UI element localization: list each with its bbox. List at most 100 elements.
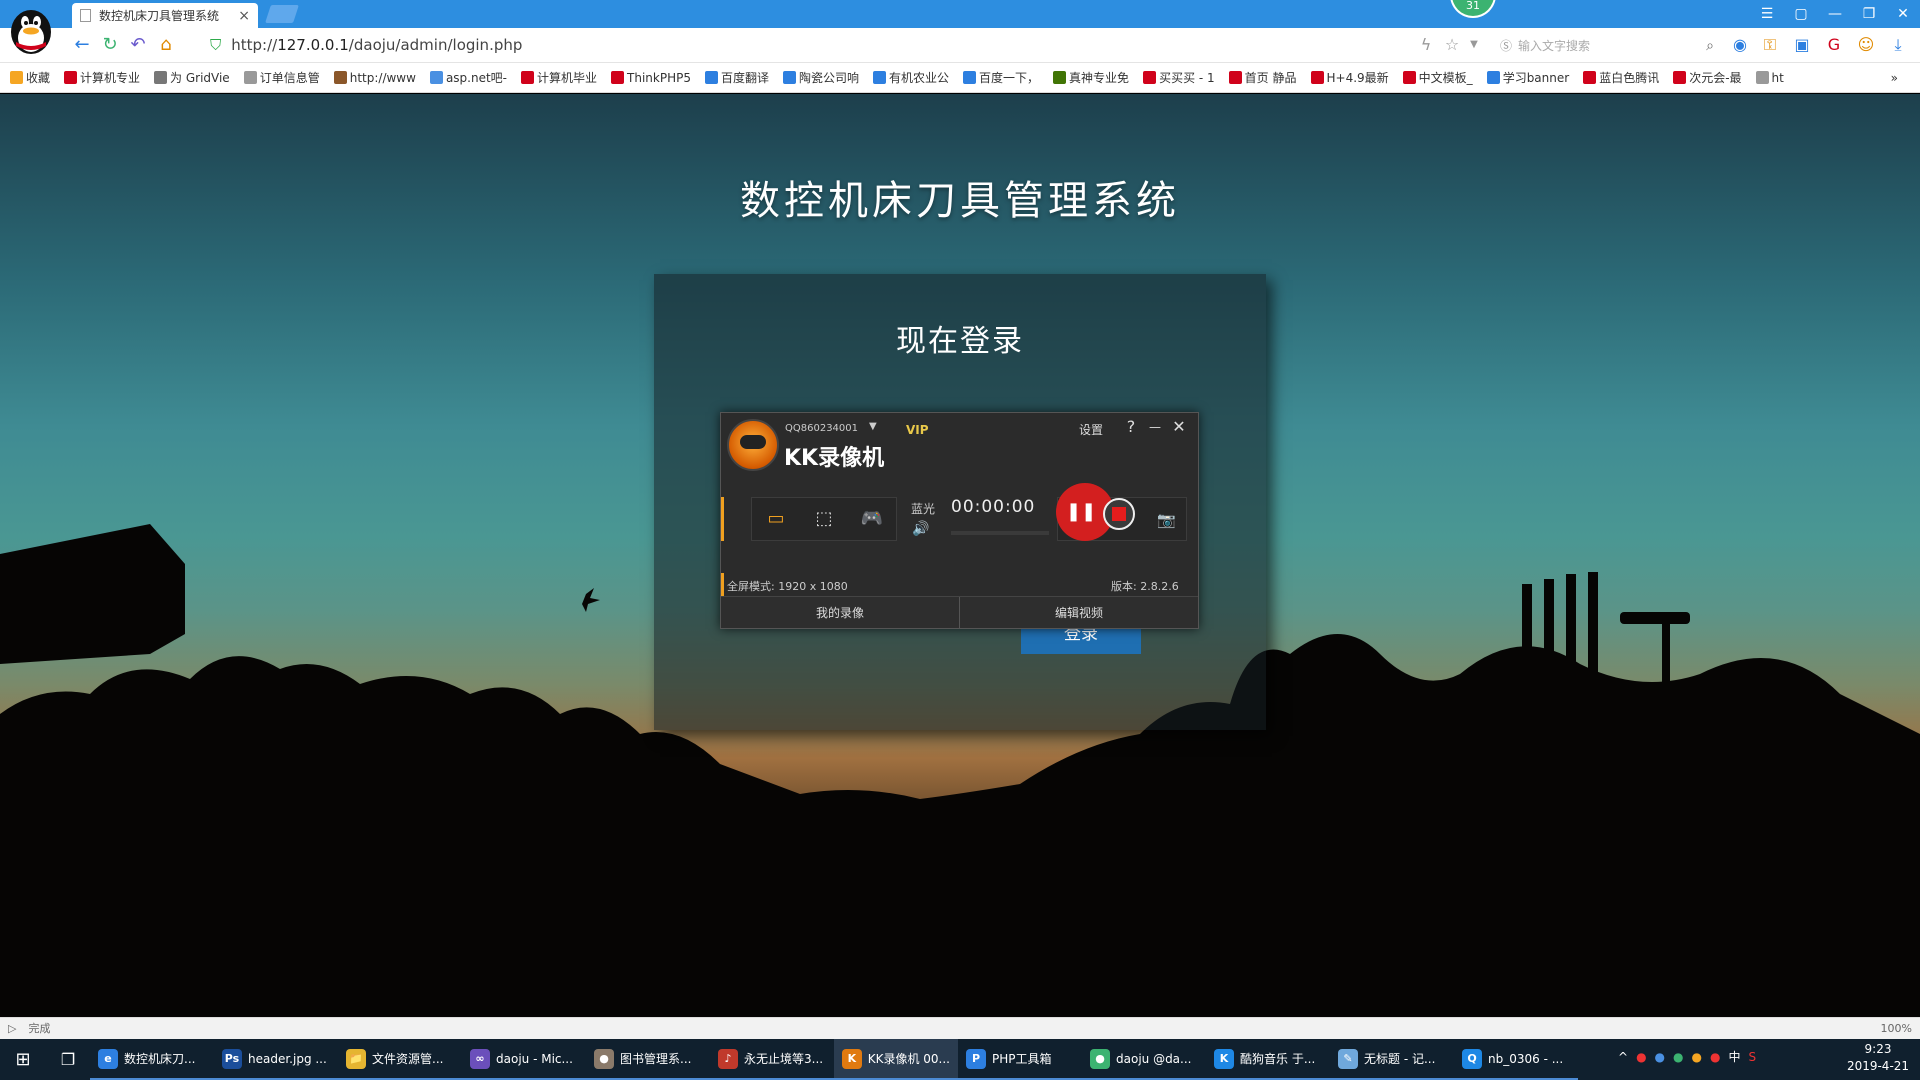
account-dropdown-icon[interactable]: ▼ — [869, 421, 877, 432]
bookmark-label: 首页 静品 — [1244, 71, 1297, 85]
restore-icon[interactable]: ❐ — [1858, 4, 1880, 24]
home-icon[interactable]: ⌂ — [152, 31, 180, 59]
tray-app-icon[interactable]: ● — [1655, 1050, 1665, 1064]
bookmark-item[interactable]: 陶瓷公司响 — [783, 69, 859, 86]
taskbar-item[interactable]: 📁 文件资源管... — [338, 1039, 462, 1080]
bookmark-item[interactable]: H+4.9最新 — [1310, 69, 1389, 86]
bookmark-item[interactable]: 真神专业免 — [1053, 69, 1129, 86]
minimize-button[interactable]: — — [1145, 417, 1165, 437]
bookmark-item[interactable]: http://www — [333, 71, 416, 85]
zoom-level[interactable]: 100% — [1881, 1018, 1912, 1040]
bookmark-item[interactable]: 计算机毕业 — [521, 69, 597, 86]
bookmark-item[interactable]: 学习banner — [1486, 69, 1569, 86]
search-icon[interactable]: ⌕ — [1706, 34, 1714, 58]
account-name[interactable]: QQ860234001 — [785, 423, 858, 434]
taskbar-item[interactable]: Qnb_0306 - ... — [1454, 1039, 1578, 1080]
taskbar-item[interactable]: ♪ 永无止境等3... — [710, 1039, 834, 1080]
capture-mode-group: ▭ ⬚ 🎮 — [751, 497, 897, 541]
taskbar-item[interactable]: Ps header.jpg ... — [214, 1039, 338, 1080]
pause-icon[interactable]: ❚❚ — [1066, 501, 1096, 522]
taskbar-item[interactable]: e 数控机床刀... — [90, 1039, 214, 1080]
help-button[interactable]: ? — [1121, 417, 1141, 437]
ime-indicator[interactable]: 中 — [1728, 1048, 1740, 1065]
region-mode-icon[interactable]: ⬚ — [809, 508, 839, 530]
tab-close-button[interactable]: × — [238, 8, 250, 24]
taskbar-item-label: 永无止境等3... — [744, 1052, 824, 1066]
bookmark-label: 陶瓷公司响 — [799, 71, 860, 85]
taskbar-item-label: PHP工具箱 — [992, 1052, 1052, 1066]
tray-app-icon[interactable]: ● — [1636, 1050, 1646, 1064]
bookmark-item[interactable]: 为 GridVie — [154, 69, 230, 86]
browser-tab[interactable]: 数控机床刀具管理系统 × — [72, 3, 258, 28]
menu-icon[interactable]: ☰ — [1756, 4, 1778, 24]
stop-button[interactable] — [1103, 498, 1135, 530]
bookmark-item[interactable]: 中文模板_ — [1402, 69, 1473, 86]
login-title: 现在登录 — [896, 324, 1024, 359]
status-text: 完成 — [28, 1022, 51, 1035]
bookmark-item[interactable]: 次元会-最 — [1673, 69, 1742, 86]
bookmark-item[interactable]: ThinkPHP5 — [611, 71, 691, 85]
task-view-icon[interactable]: ❐ — [46, 1039, 90, 1080]
taskbar-item[interactable]: ● daoju @da... — [1082, 1039, 1206, 1080]
taskbar-item[interactable]: K KK录像机 00... — [834, 1039, 958, 1080]
tray-app-icon[interactable]: ● — [1710, 1050, 1720, 1064]
system-clock[interactable]: 9:23 2019-4-21 — [1842, 1041, 1914, 1075]
star-icon[interactable]: ☆ — [1440, 33, 1464, 57]
tray-app-icon[interactable]: ● — [1692, 1050, 1702, 1064]
bookmark-item[interactable]: 百度翻译 — [704, 69, 769, 86]
vip-badge[interactable]: VIP — [906, 423, 929, 437]
close-icon[interactable]: ✕ — [1892, 4, 1914, 24]
tray-app-icon[interactable]: ● — [1673, 1050, 1683, 1064]
new-tab-button[interactable] — [265, 5, 299, 23]
bookmark-item[interactable]: 买买买 - 1 — [1143, 69, 1215, 86]
smiley-icon[interactable]: ☺ — [1854, 33, 1878, 57]
bookmark-item[interactable]: 计算机专业 — [64, 69, 140, 86]
key-icon[interactable]: ⚿ — [1758, 33, 1782, 57]
bookmarks-more-icon[interactable]: » — [1891, 71, 1898, 85]
volume-icon[interactable]: 🔊 — [912, 521, 929, 537]
taskbar-item[interactable]: ● 图书管理系... — [586, 1039, 710, 1080]
close-button[interactable]: ✕ — [1169, 417, 1189, 437]
minimize-icon[interactable]: — — [1824, 4, 1846, 24]
status-play-icon[interactable]: ▷ — [8, 1022, 16, 1035]
taskbar-item[interactable]: ✎ 无标题 - 记... — [1330, 1039, 1454, 1080]
bookmark-item[interactable]: 百度一下， — [963, 69, 1039, 86]
bookmark-item[interactable]: ht — [1755, 71, 1784, 85]
tray-expand-icon[interactable]: ^ — [1618, 1050, 1628, 1064]
extension-search-icon[interactable]: ◉ — [1728, 33, 1752, 57]
address-bar[interactable]: ⛉ http://127.0.0.1/daoju/admin/login.php — [210, 28, 522, 63]
bookmark-item[interactable]: 有机农业公 — [873, 69, 949, 86]
my-recordings-button[interactable]: 我的录像 — [721, 597, 959, 628]
lightning-icon[interactable]: ϟ — [1414, 33, 1438, 57]
translate-icon[interactable]: G — [1822, 33, 1846, 57]
fullscreen-mode-icon[interactable]: ▭ — [761, 508, 791, 530]
taskbar-item[interactable]: K 酷狗音乐 于... — [1206, 1039, 1330, 1080]
bookmark-item[interactable]: asp.net吧- — [429, 69, 507, 86]
qq-browser-logo-icon[interactable] — [6, 2, 56, 56]
download-icon[interactable]: ⤓ — [1886, 33, 1910, 57]
back-icon[interactable]: ← — [68, 31, 96, 59]
chevron-down-icon[interactable]: ▼ — [1462, 33, 1486, 57]
undo-icon[interactable]: ↶ — [124, 31, 152, 59]
extension-icon[interactable]: ▣ — [1790, 33, 1814, 57]
bookmark-item[interactable]: 蓝白色腾讯 — [1583, 69, 1659, 86]
start-windows-icon[interactable]: ⊞ — [0, 1039, 46, 1080]
kk-recorder-window[interactable]: QQ860234001 ▼ VIP KK录像机 设置 ? — ✕ ▭ ⬚ 🎮 蓝… — [720, 412, 1199, 629]
bookmark-item[interactable]: 首页 静品 — [1228, 69, 1297, 86]
screenshot-camera-icon[interactable]: 📷 — [1157, 511, 1176, 529]
bookmark-item[interactable]: 订单信息管 — [243, 69, 320, 86]
game-mode-icon[interactable]: 🎮 — [857, 508, 887, 530]
skin-icon[interactable]: ▢ — [1790, 4, 1812, 24]
search-input[interactable]: Ⓢ 输入文字搜索 ⌕ — [1500, 34, 1714, 58]
bookmark-item[interactable]: 收藏 — [10, 69, 50, 86]
volume-slider[interactable] — [951, 531, 1049, 535]
bookmark-favicon-icon — [611, 71, 625, 84]
settings-button[interactable]: 设置 — [1079, 421, 1103, 438]
taskbar-app-icon: ∞ — [470, 1048, 490, 1069]
edit-video-button[interactable]: 编辑视频 — [959, 597, 1198, 628]
taskbar-item[interactable]: P PHP工具箱 — [958, 1039, 1082, 1080]
taskbar-item[interactable]: ∞ daoju - Mic... — [462, 1039, 586, 1080]
tray-app-icon[interactable]: S — [1749, 1050, 1757, 1064]
refresh-icon[interactable]: ↻ — [96, 31, 124, 59]
quality-label[interactable]: 蓝光 — [911, 500, 935, 517]
